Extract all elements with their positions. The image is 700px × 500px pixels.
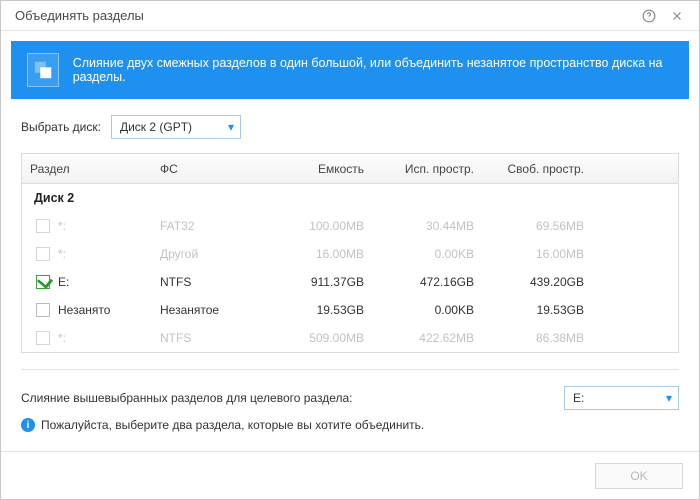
col-capacity: Емкость	[262, 162, 372, 176]
table-header: Раздел ФС Емкость Исп. простр. Своб. про…	[22, 154, 678, 184]
partition-name: *:	[58, 219, 66, 233]
cell-used: 422.62MB	[372, 331, 482, 345]
disk-group-label: Диск 2	[22, 184, 678, 212]
close-icon[interactable]	[663, 1, 691, 31]
partition-name: *:	[58, 247, 66, 261]
disk-dropdown-value: Диск 2 (GPT)	[120, 120, 192, 134]
table-row[interactable]: E: NTFS911.37GB472.16GB439.20GB	[22, 268, 678, 296]
window-title: Объединять разделы	[15, 8, 144, 23]
divider	[21, 369, 679, 370]
row-checkbox[interactable]	[36, 247, 50, 261]
cell-fs: Незанятое	[152, 303, 262, 317]
ok-button-label: OK	[630, 469, 647, 483]
partition-name: E:	[58, 275, 69, 289]
cell-free: 19.53GB	[482, 303, 592, 317]
cell-fs: Другой	[152, 247, 262, 261]
target-dropdown[interactable]: E: ▾	[564, 386, 679, 410]
cell-used: 30.44MB	[372, 219, 482, 233]
info-banner: Слияние двух смежных разделов в один бол…	[11, 41, 689, 99]
row-checkbox[interactable]	[36, 331, 50, 345]
disk-dropdown[interactable]: Диск 2 (GPT) ▾	[111, 115, 241, 139]
chevron-down-icon: ▾	[228, 120, 234, 134]
partition-table: Раздел ФС Емкость Исп. простр. Своб. про…	[21, 153, 679, 353]
cell-fs: NTFS	[152, 331, 262, 345]
partition-name: *:	[58, 331, 66, 345]
row-checkbox[interactable]	[36, 303, 50, 317]
cell-cap: 19.53GB	[262, 303, 372, 317]
col-partition: Раздел	[22, 162, 152, 176]
cell-cap: 100.00MB	[262, 219, 372, 233]
table-row[interactable]: НезанятоНезанятое19.53GB0.00KB19.53GB	[22, 296, 678, 324]
cell-fs: FAT32	[152, 219, 262, 233]
cell-cap: 911.37GB	[262, 275, 372, 289]
cell-free: 16.00MB	[482, 247, 592, 261]
cell-cap: 509.00MB	[262, 331, 372, 345]
table-row[interactable]: *: NTFS509.00MB422.62MB86.38MB	[22, 324, 678, 352]
titlebar: Объединять разделы	[1, 1, 699, 31]
row-checkbox[interactable]	[36, 275, 50, 289]
row-checkbox[interactable]	[36, 219, 50, 233]
cell-free: 69.56MB	[482, 219, 592, 233]
partition-name: Незанято	[58, 303, 110, 317]
cell-free: 439.20GB	[482, 275, 592, 289]
cell-used: 0.00KB	[372, 247, 482, 261]
help-icon[interactable]	[635, 1, 663, 31]
footer: OK	[1, 451, 699, 499]
col-free: Своб. простр.	[482, 162, 592, 176]
target-label: Слияние вышевыбранных разделов для целев…	[21, 391, 353, 405]
col-fs: ФС	[152, 162, 262, 176]
table-row[interactable]: *: FAT32100.00MB30.44MB69.56MB	[22, 212, 678, 240]
cell-free: 86.38MB	[482, 331, 592, 345]
hint-text: Пожалуйста, выберите два раздела, которы…	[41, 418, 424, 432]
cell-used: 0.00KB	[372, 303, 482, 317]
dialog-merge-partitions: Объединять разделы Слияние двух смежных …	[0, 0, 700, 500]
merge-icon	[27, 53, 59, 87]
cell-cap: 16.00MB	[262, 247, 372, 261]
table-row[interactable]: *:Другой16.00MB0.00KB16.00MB	[22, 240, 678, 268]
target-dropdown-value: E:	[573, 391, 584, 405]
info-icon: i	[21, 418, 35, 432]
select-disk-label: Выбрать диск:	[21, 120, 101, 134]
ok-button[interactable]: OK	[595, 463, 683, 489]
cell-fs: NTFS	[152, 275, 262, 289]
col-used: Исп. простр.	[372, 162, 482, 176]
banner-text: Слияние двух смежных разделов в один бол…	[73, 56, 673, 84]
chevron-down-icon: ▾	[666, 391, 672, 405]
cell-used: 472.16GB	[372, 275, 482, 289]
